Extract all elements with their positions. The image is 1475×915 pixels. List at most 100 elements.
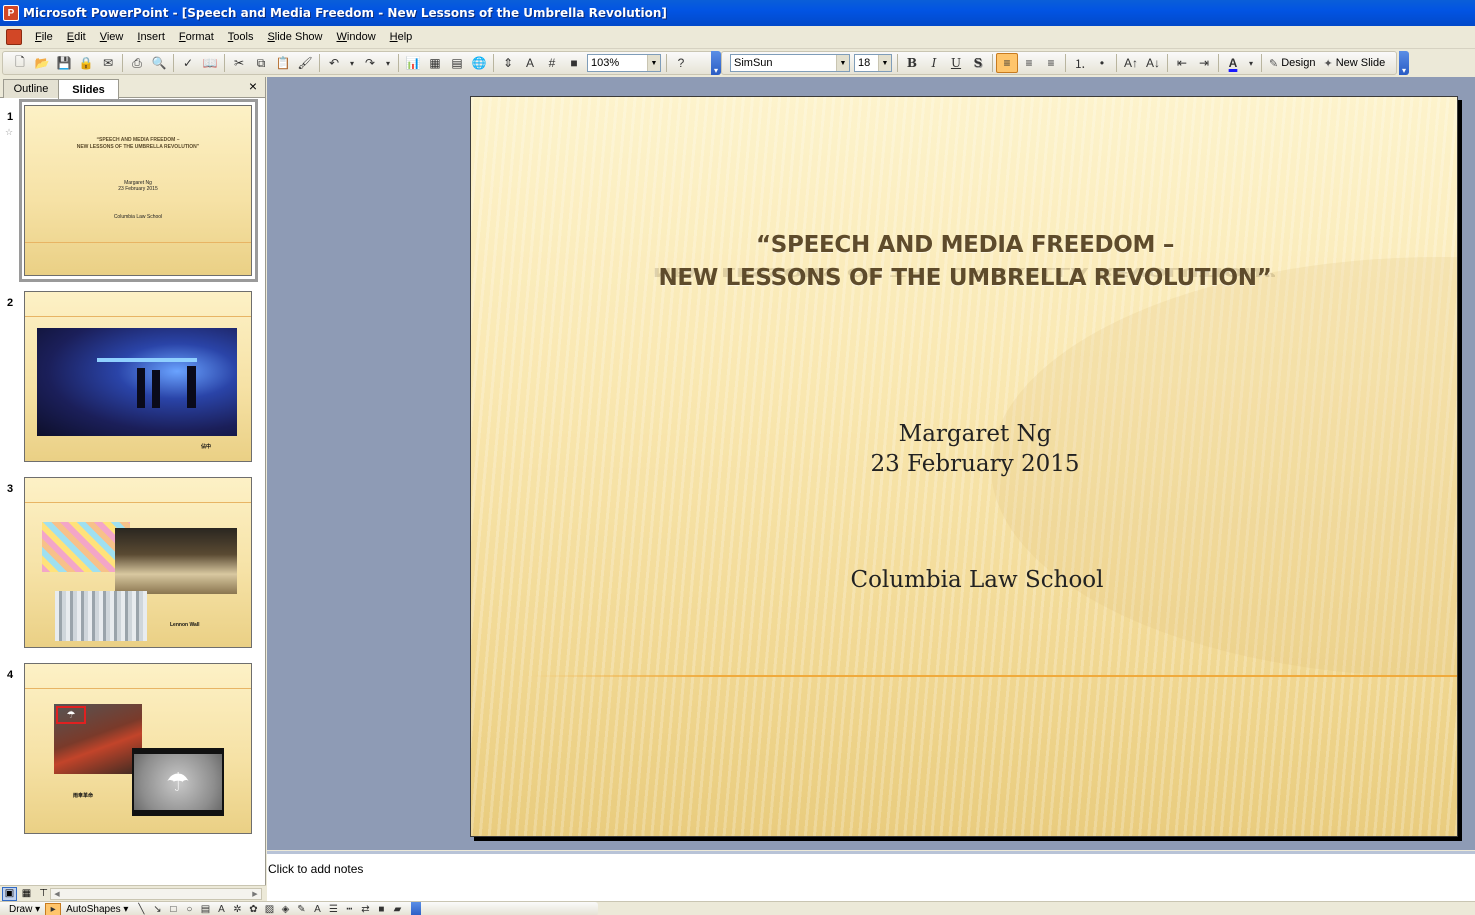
powerpoint-app-icon[interactable]: P [3, 5, 19, 21]
font-color-dropdown-icon[interactable]: ▾ [1244, 53, 1258, 73]
align-left-icon[interactable]: ≡ [996, 53, 1018, 73]
decrease-indent-icon[interactable]: ⇤ [1171, 53, 1193, 73]
decrease-font-icon[interactable]: A↓ [1142, 53, 1164, 73]
tab-slides[interactable]: Slides [58, 79, 119, 99]
align-right-icon[interactable]: ≡ [1040, 53, 1062, 73]
font-color-icon[interactable]: A [1222, 53, 1244, 73]
slide-thumbnail-1[interactable]: “SPEECH AND MEDIA FREEDOM – NEW LESSONS … [24, 105, 252, 276]
cut-icon[interactable]: ✂ [228, 53, 250, 73]
open-folder-icon[interactable]: 📂 [31, 53, 53, 73]
chevron-down-icon[interactable]: ▼ [878, 55, 891, 71]
clip-art-icon[interactable]: ✿ [245, 903, 261, 915]
draw-menu-button[interactable]: Draw ▾ [4, 904, 45, 915]
menu-slide-show[interactable]: Slide Show [260, 29, 329, 45]
menu-format[interactable]: Format [172, 29, 221, 45]
bullets-icon[interactable]: • [1091, 53, 1113, 73]
rectangle-icon[interactable]: □ [165, 903, 181, 915]
toolbar-options-icon[interactable]: ▾ [1399, 51, 1409, 75]
shadow-style-icon[interactable]: ■ [373, 903, 389, 915]
text-box-icon[interactable]: ▤ [197, 903, 213, 915]
shadow-button[interactable]: S [967, 53, 989, 73]
picture-icon[interactable]: ▨ [261, 903, 277, 915]
print-preview-icon[interactable]: 🔍 [148, 53, 170, 73]
notes-placeholder[interactable]: Click to add notes [268, 862, 363, 876]
font-combo[interactable]: SimSun ▼ [730, 54, 850, 72]
toolbar-options-icon[interactable] [411, 902, 422, 915]
increase-font-icon[interactable]: A↑ [1120, 53, 1142, 73]
undo-icon[interactable]: ↶ [323, 53, 345, 73]
autoshapes-menu-button[interactable]: AutoShapes ▾ [61, 904, 133, 915]
chevron-down-icon[interactable]: ▼ [647, 55, 660, 71]
menu-window[interactable]: Window [330, 29, 383, 45]
normal-view-icon[interactable]: ▣ [2, 886, 17, 901]
permission-icon[interactable]: 🔒 [75, 53, 97, 73]
document-icon[interactable] [6, 29, 22, 45]
slide-school[interactable]: Columbia Law School [471, 567, 1457, 593]
print-icon[interactable]: ⎙ [126, 53, 148, 73]
hyperlink-icon[interactable]: 🌐 [468, 53, 490, 73]
underline-button[interactable]: U [945, 53, 967, 73]
save-icon[interactable]: 💾 [53, 53, 75, 73]
menu-insert[interactable]: Insert [130, 29, 172, 45]
line-color-icon[interactable]: ✎ [293, 903, 309, 915]
dash-style-icon[interactable]: ┅ [341, 903, 357, 915]
menu-tools[interactable]: Tools [221, 29, 261, 45]
slide-title[interactable]: “SPEECH AND MEDIA FREEDOM – NEW LESSONS … [471, 229, 1457, 295]
new-document-icon[interactable]: 🗋 [9, 53, 31, 73]
italic-button[interactable]: I [923, 53, 945, 73]
format-painter-icon[interactable]: 🖌 [294, 53, 316, 73]
paste-icon[interactable]: 📋 [272, 53, 294, 73]
font-color-icon[interactable]: A [309, 903, 325, 915]
select-objects-icon[interactable]: ▸ [45, 902, 62, 915]
show-formatting-icon[interactable]: A [519, 53, 541, 73]
3d-style-icon[interactable]: ▰ [389, 903, 405, 915]
new-slide-button[interactable]: ✦ New Slide [1319, 53, 1389, 73]
line-style-icon[interactable]: ☰ [325, 903, 341, 915]
wordart-icon[interactable]: A [213, 903, 229, 915]
notes-pane[interactable]: Click to add notes [267, 851, 1475, 901]
increase-indent-icon[interactable]: ⇥ [1193, 53, 1215, 73]
design-button[interactable]: ✎ Design [1265, 53, 1319, 73]
bold-button[interactable]: B [901, 53, 923, 73]
scroll-right-icon[interactable]: ▶ [249, 889, 261, 899]
color-grayscale-icon[interactable]: ■ [563, 53, 585, 73]
arrow-icon[interactable]: ↘ [149, 903, 165, 915]
current-slide[interactable]: “SPEECH AND MEDIA FREEDOM – NEW LESSONS … [470, 96, 1458, 837]
slide-sorter-view-icon[interactable]: ▦ [19, 887, 34, 901]
scroll-left-icon[interactable]: ◀ [51, 889, 63, 899]
help-icon[interactable]: ? [670, 53, 692, 73]
line-icon[interactable]: ╲ [133, 903, 149, 915]
zoom-combo[interactable]: 103% ▼ [587, 54, 661, 72]
oval-icon[interactable]: ○ [181, 903, 197, 915]
numbering-icon[interactable]: ⒈ [1069, 53, 1091, 73]
slide-show-view-icon[interactable]: ⊤ [36, 887, 51, 901]
spelling-icon[interactable]: ✓ [177, 53, 199, 73]
show-grid-icon[interactable]: # [541, 53, 563, 73]
insert-table-icon[interactable]: ▦ [424, 53, 446, 73]
panel-horizontal-scrollbar[interactable]: ◀ ▶ [50, 888, 262, 900]
slide-thumbnail-4[interactable]: ☂ ☂ 雨傘革命 [24, 663, 252, 834]
menu-edit[interactable]: Edit [60, 29, 93, 45]
font-size-combo[interactable]: 18 ▼ [854, 54, 892, 72]
arrow-style-icon[interactable]: ⇄ [357, 903, 373, 915]
menu-view[interactable]: View [93, 29, 131, 45]
diagram-icon[interactable]: ✲ [229, 903, 245, 915]
insert-chart-icon[interactable]: 📊 [402, 53, 424, 73]
tab-outline[interactable]: Outline [3, 79, 59, 98]
slide-thumbnail-3[interactable]: Lennon Wall [24, 477, 252, 648]
menu-help[interactable]: Help [383, 29, 420, 45]
toolbar-options-icon[interactable]: ▾ [711, 51, 721, 75]
undo-dropdown-icon[interactable]: ▾ [345, 53, 359, 73]
align-center-icon[interactable]: ≡ [1018, 53, 1040, 73]
redo-dropdown-icon[interactable]: ▾ [381, 53, 395, 73]
email-icon[interactable]: ✉ [97, 53, 119, 73]
chevron-down-icon[interactable]: ▼ [836, 55, 849, 71]
slide-thumbnail-2[interactable]: 佔中 [24, 291, 252, 462]
menu-file[interactable]: File [28, 29, 60, 45]
research-icon[interactable]: 📖 [199, 53, 221, 73]
tables-borders-icon[interactable]: ▤ [446, 53, 468, 73]
redo-icon[interactable]: ↷ [359, 53, 381, 73]
slide-subtitle[interactable]: Margaret Ng 23 February 2015 [471, 419, 1457, 479]
expand-all-icon[interactable]: ⇕ [497, 53, 519, 73]
fill-color-icon[interactable]: ◈ [277, 903, 293, 915]
